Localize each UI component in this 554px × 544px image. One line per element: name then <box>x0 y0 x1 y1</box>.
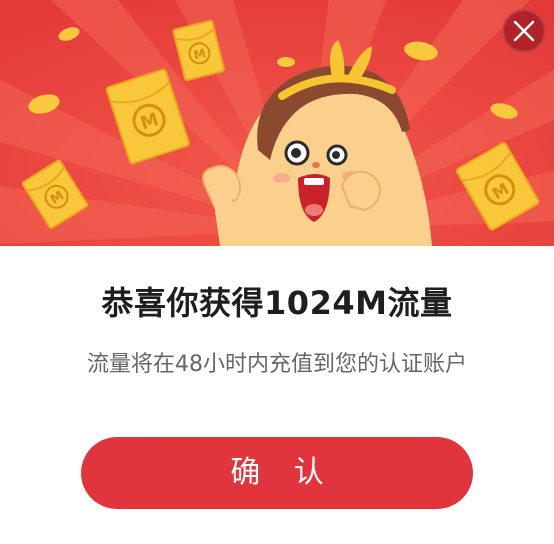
celebration-banner: M M M M <box>0 0 554 246</box>
confirm-button[interactable]: 确 认 <box>81 437 473 509</box>
dialog-title: 恭喜你获得1024M流量 <box>101 284 453 322</box>
close-icon <box>513 20 535 42</box>
close-button[interactable] <box>502 9 546 53</box>
banner-illustration: M M M M <box>0 0 554 246</box>
dialog-subtitle: 流量将在48小时内充值到您的认证账户 <box>87 352 467 377</box>
reward-dialog: M M M M 恭喜你获得1024M流量 流量将在48小时内充值到您的认证账户 … <box>0 0 554 544</box>
